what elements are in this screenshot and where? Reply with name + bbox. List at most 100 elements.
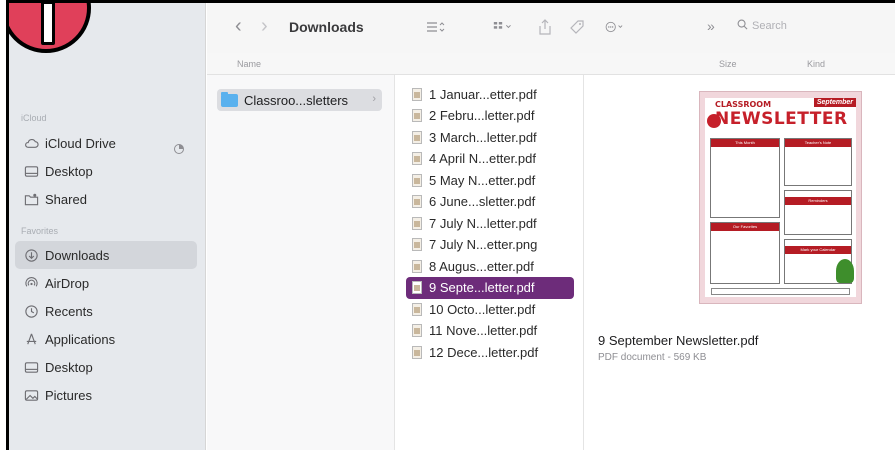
document-icon	[412, 238, 422, 251]
file-row[interactable]: 1 Januar...etter.pdf	[406, 83, 574, 105]
applications-icon	[23, 331, 39, 347]
sidebar-item-shared[interactable]: Shared	[15, 185, 197, 213]
sidebar-item-label: Downloads	[45, 247, 110, 263]
toolbar-overflow-button[interactable]: »	[707, 18, 715, 34]
desktop-icon	[23, 163, 39, 179]
folder-row[interactable]: Classroo...sletters ›	[217, 89, 382, 111]
sidebar-item-label: Recents	[45, 303, 93, 319]
file-row[interactable]: 2 Febru...letter.pdf	[406, 105, 574, 127]
file-row[interactable]: 10 Octo...letter.pdf	[406, 298, 574, 320]
file-label: 9 Septe...letter.pdf	[429, 280, 535, 295]
file-label: 2 Febru...letter.pdf	[429, 108, 535, 123]
file-label: 11 Nove...letter.pdf	[429, 323, 538, 338]
file-label: 7 July N...letter.pdf	[429, 215, 537, 231]
search-placeholder: Search	[752, 20, 787, 32]
document-icon	[412, 173, 422, 187]
sidebar-item-label: Shared	[45, 191, 87, 207]
search-field[interactable]: Search	[737, 19, 787, 33]
shared-folder-icon	[23, 191, 39, 207]
thumbnail-heading: CLASSROOM NEWSLETTER	[715, 100, 848, 129]
back-button[interactable]: ‹	[235, 15, 242, 38]
sidebar-item-applications[interactable]: Applications	[15, 325, 197, 353]
thumbnail-heading-big: NEWSLETTER	[715, 109, 848, 129]
file-label: 6 June...sletter.pdf	[429, 194, 536, 209]
tag-icon[interactable]	[567, 19, 587, 40]
sidebar-item-icloud-drive[interactable]: iCloud Drive	[15, 129, 197, 157]
airdrop-icon	[23, 275, 39, 291]
sidebar-item-label: iCloud Drive	[45, 135, 116, 151]
more-actions-icon[interactable]	[605, 19, 625, 40]
document-icon	[412, 345, 422, 359]
thumbnail-box-title: This Month	[711, 139, 779, 147]
column-header: Name Size Kind	[207, 53, 895, 75]
sidebar-item-label: Desktop	[45, 359, 93, 375]
document-icon	[412, 87, 422, 101]
sidebar-item-recents[interactable]: Recents	[15, 297, 197, 325]
thumbnail-page: September CLASSROOM NEWSLETTER This Mont…	[705, 98, 856, 297]
thumbnail-box-title: Reminders	[785, 197, 851, 205]
sidebar-section-icloud: iCloud	[21, 113, 47, 123]
sidebar-item-desktop[interactable]: Desktop	[15, 353, 197, 381]
search-icon	[737, 19, 748, 33]
file-row[interactable]: 7 July N...etter.png	[406, 234, 574, 256]
preview-filename: 9 September Newsletter.pdf	[598, 333, 759, 348]
column-files: 1 Januar...etter.pdf 2 Febru...letter.pdf…	[396, 75, 584, 450]
document-icon	[412, 324, 422, 337]
file-row[interactable]: 7 July N...letter.pdf	[406, 212, 574, 234]
file-label: 5 May N...etter.pdf	[429, 172, 536, 188]
share-icon[interactable]	[535, 19, 555, 40]
sidebar-item-label: Applications	[45, 331, 116, 347]
file-label: 1 Januar...etter.pdf	[429, 86, 537, 102]
sidebar-item-label: Pictures	[45, 387, 92, 403]
column-size[interactable]: Size	[719, 59, 737, 69]
window-title: Downloads	[289, 19, 364, 35]
column-folders: Classroo...sletters ›	[207, 75, 395, 450]
step-badge-digit-one	[41, 3, 55, 45]
tree-illustration-icon	[836, 259, 854, 283]
document-thumbnail[interactable]: September CLASSROOM NEWSLETTER This Mont…	[699, 91, 862, 304]
finder-window: iCloud iCloud Drive Desktop Shared Favor…	[6, 0, 895, 450]
document-icon	[412, 302, 422, 316]
file-row[interactable]: 3 March...letter.pdf	[406, 126, 574, 148]
sidebar-item-label: Desktop	[45, 163, 93, 179]
sidebar: iCloud iCloud Drive Desktop Shared Favor…	[9, 3, 206, 450]
thumbnail-box: Teacher's Note	[784, 138, 852, 186]
file-row[interactable]: 9 Septe...letter.pdf	[406, 276, 574, 299]
file-row[interactable]: 12 Dece...letter.pdf	[406, 341, 574, 363]
clock-icon	[23, 303, 39, 319]
file-label: 12 Dece...letter.pdf	[429, 344, 539, 360]
group-by-icon[interactable]	[493, 19, 513, 40]
sidebar-item-downloads[interactable]: Downloads	[15, 241, 197, 269]
document-icon	[412, 152, 422, 165]
thumbnail-box-title: Mark your Calendar	[785, 246, 851, 254]
file-row[interactable]: 5 May N...etter.pdf	[406, 169, 574, 191]
thumbnail-heading-small: CLASSROOM	[715, 100, 772, 109]
chevron-right-icon: ›	[372, 93, 376, 105]
sidebar-item-desktop-icloud[interactable]: Desktop	[15, 157, 197, 185]
list-view-icon[interactable]	[425, 19, 445, 40]
forward-button[interactable]: ›	[261, 15, 268, 38]
file-label: 7 July N...etter.png	[429, 237, 538, 252]
file-row[interactable]: 11 Nove...letter.pdf	[406, 320, 574, 342]
document-icon	[412, 259, 422, 273]
column-name[interactable]: Name	[237, 59, 261, 69]
preview-pane: September CLASSROOM NEWSLETTER This Mont…	[585, 75, 895, 450]
thumbnail-box-title: Our Favorites	[711, 223, 779, 231]
folder-icon	[221, 91, 238, 107]
sidebar-item-pictures[interactable]: Pictures	[15, 381, 197, 409]
folder-label: Classroo...sletters	[244, 92, 349, 108]
toolbar: ‹ › Downloads » Search	[207, 3, 895, 53]
column-kind[interactable]: Kind	[807, 59, 825, 69]
file-row[interactable]: 8 Augus...etter.pdf	[406, 255, 574, 277]
download-icon	[23, 247, 39, 263]
file-row[interactable]: 4 April N...etter.pdf	[406, 148, 574, 170]
thumbnail-box-title: Teacher's Note	[785, 139, 851, 147]
sidebar-item-airdrop[interactable]: AirDrop	[15, 269, 197, 297]
document-icon	[412, 130, 422, 144]
thumbnail-box: Reminders	[784, 190, 852, 235]
document-icon	[412, 195, 422, 208]
desktop-icon	[23, 359, 39, 375]
document-icon	[412, 109, 422, 122]
file-row[interactable]: 6 June...sletter.pdf	[406, 191, 574, 213]
cloud-icon	[23, 135, 39, 151]
